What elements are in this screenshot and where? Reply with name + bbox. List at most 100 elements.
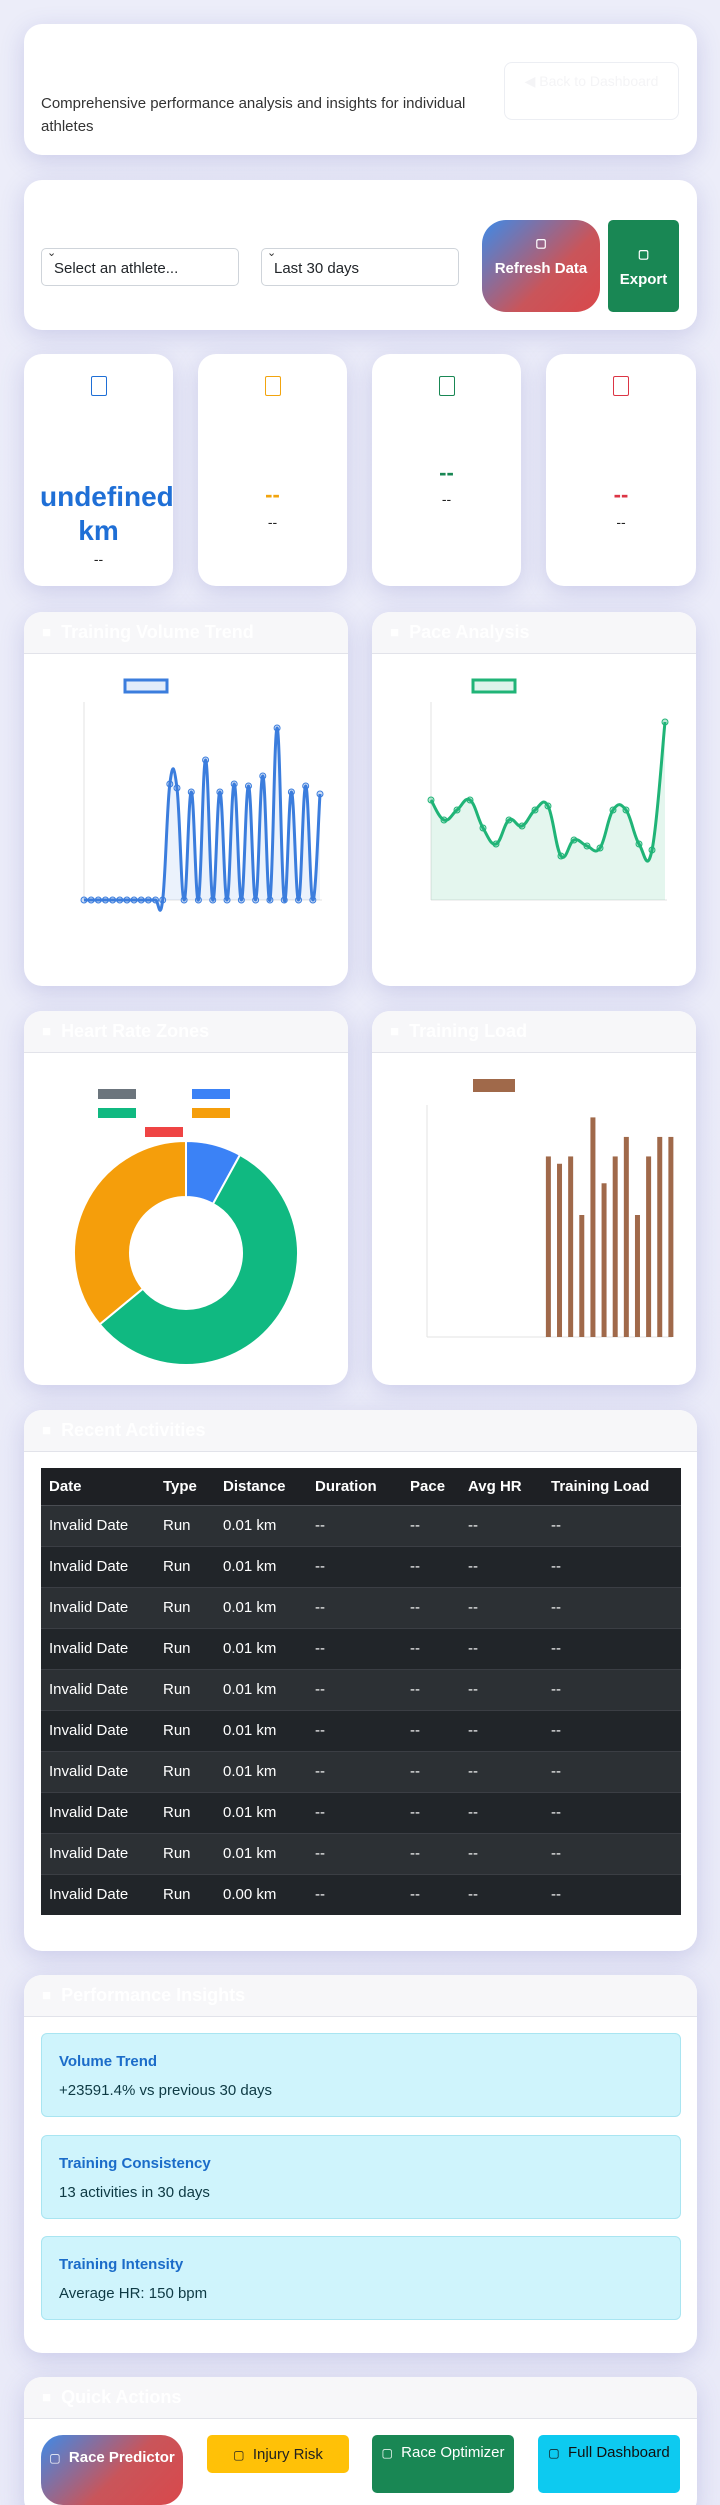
stat-card-pace: -- --	[198, 354, 347, 586]
data-point	[309, 896, 317, 904]
stat-label: --	[93, 551, 104, 567]
stat-value: --	[613, 482, 629, 507]
data-point	[287, 788, 295, 796]
bar	[634, 1215, 640, 1337]
volume-chart	[80, 678, 324, 912]
table-cell: 0.00 km	[215, 1873, 307, 1915]
legend-swatch	[471, 678, 517, 694]
table-cell: --	[402, 1791, 460, 1833]
insights-card: ■ Performance Insights Volume Trend +235…	[24, 1975, 697, 2353]
data-point	[622, 806, 630, 814]
download-icon: ▢	[637, 247, 650, 261]
data-point	[130, 896, 138, 904]
table-cell: --	[307, 1873, 402, 1915]
table-cell: --	[460, 1627, 543, 1669]
export-button[interactable]: ▢ Export	[608, 220, 679, 312]
back-to-dashboard-button[interactable]: ◀ Back to Dashboard	[504, 62, 679, 120]
refresh-icon: ▢	[535, 236, 547, 250]
table-cell: Invalid Date	[41, 1545, 155, 1587]
data-point	[173, 784, 181, 792]
table-cell: Invalid Date	[41, 1627, 155, 1669]
data-point	[109, 896, 117, 904]
insight-text: +23591.4% vs previous 30 days	[59, 2082, 273, 2099]
table-cell: 0.01 km	[215, 1668, 307, 1710]
data-point	[266, 896, 274, 904]
legend-swatch	[98, 1089, 136, 1099]
table-cell: --	[543, 1668, 681, 1710]
data-point	[453, 806, 461, 814]
table-cell: --	[460, 1586, 543, 1628]
data-point	[427, 796, 435, 804]
training-load-card: ■ Training Load	[372, 1011, 696, 1385]
data-point	[252, 896, 260, 904]
table-cell: Invalid Date	[41, 1750, 155, 1792]
insight-alert: Training Consistency 13 activities in 30…	[41, 2135, 681, 2219]
table-row: Invalid Date Run 0.00 km -- -- -- --	[41, 1873, 681, 1915]
table-cell: 0.01 km	[215, 1832, 307, 1874]
data-point	[609, 806, 617, 814]
training-load-chart	[426, 1079, 674, 1338]
table-cell: --	[460, 1668, 543, 1710]
table-cell: 0.01 km	[215, 1791, 307, 1833]
bar	[601, 1183, 607, 1337]
data-point	[273, 724, 281, 732]
stat-label: --	[267, 514, 278, 530]
table-cell: --	[402, 1668, 460, 1710]
legend-swatch	[123, 678, 169, 694]
table-cell: --	[460, 1709, 543, 1751]
card-header: ■ Recent Activities	[24, 1410, 697, 1452]
athlete-select[interactable]: ⌄ Select an athlete...	[41, 247, 239, 286]
table-cell: --	[460, 1832, 543, 1874]
race-predictor-button[interactable]: ▢ Race Predictor	[41, 2435, 183, 2505]
insight-title: Training Consistency	[59, 2155, 211, 2172]
data-point	[661, 718, 669, 726]
list-icon: ■	[42, 1422, 52, 1439]
legend-swatch	[192, 1108, 230, 1118]
injury-risk-button[interactable]: ▢ Injury Risk	[207, 2435, 349, 2473]
bar	[623, 1136, 629, 1337]
column-header: Duration	[307, 1468, 402, 1506]
full-dashboard-button[interactable]: ▢ Full Dashboard	[538, 2435, 680, 2493]
date-range-select[interactable]: ⌄ Last 30 days	[261, 247, 459, 286]
pace-chart	[427, 678, 669, 901]
insight-alert: Training Intensity Average HR: 150 bpm	[41, 2236, 681, 2320]
table-cell: --	[307, 1504, 402, 1546]
hr-zones-chart	[73, 1089, 299, 1366]
bar	[557, 1163, 563, 1337]
lightbulb-icon: ■	[42, 1987, 52, 2004]
table-cell: Invalid Date	[41, 1586, 155, 1628]
table-cell: --	[543, 1791, 681, 1833]
data-point	[570, 836, 578, 844]
stat-card-load: -- --	[546, 354, 696, 586]
race-optimizer-button[interactable]: ▢ Race Optimizer	[372, 2435, 514, 2493]
table-cell: 0.01 km	[215, 1750, 307, 1792]
quick-actions-card: ■ Quick Actions ▢ Race Predictor ▢ Injur…	[24, 2377, 697, 2505]
fire-icon	[613, 376, 629, 396]
table-cell: --	[307, 1668, 402, 1710]
data-point	[440, 816, 448, 824]
data-point	[80, 896, 88, 904]
data-point	[316, 790, 324, 798]
table-cell: Run	[155, 1668, 215, 1710]
table-cell: Run	[155, 1750, 215, 1792]
table-row: Invalid Date Run 0.01 km -- -- -- --	[41, 1709, 681, 1751]
activities-table: Date Type Distance Duration Pace Avg HR …	[41, 1468, 681, 1915]
bar	[568, 1156, 574, 1337]
data-point	[302, 782, 310, 790]
data-point	[557, 852, 565, 860]
heart-icon	[438, 376, 455, 396]
data-point	[531, 806, 539, 814]
bar	[657, 1136, 663, 1337]
refresh-data-button[interactable]: ▢ Refresh Data	[482, 220, 600, 312]
data-point	[123, 896, 131, 904]
table-cell: --	[543, 1627, 681, 1669]
table-cell: --	[402, 1873, 460, 1915]
table-cell: Run	[155, 1586, 215, 1628]
table-cell: Invalid Date	[41, 1504, 155, 1546]
column-header: Training Load	[543, 1468, 681, 1506]
stat-card-distance: undefined km --	[24, 354, 173, 586]
bar	[668, 1136, 674, 1337]
data-point	[209, 896, 217, 904]
table-row: Invalid Date Run 0.01 km -- -- -- --	[41, 1627, 681, 1669]
data-point	[202, 756, 210, 764]
